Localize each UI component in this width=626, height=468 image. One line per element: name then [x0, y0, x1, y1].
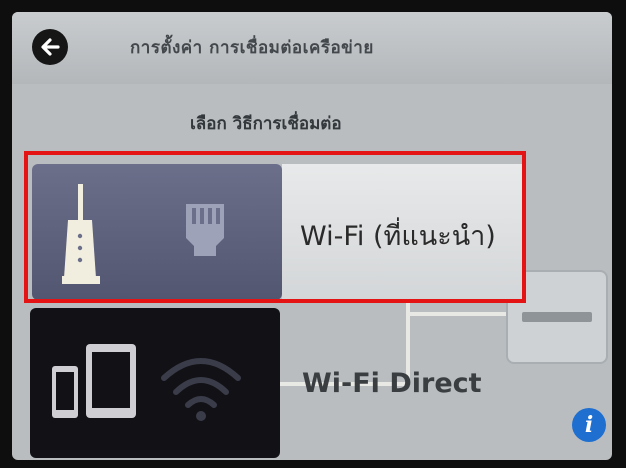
arrow-left-icon: [41, 38, 60, 56]
wifi-icon: [161, 358, 241, 421]
back-button[interactable]: [32, 29, 68, 65]
option-wifi-direct-label: Wi-Fi Direct: [302, 368, 482, 399]
info-button[interactable]: i: [572, 408, 606, 442]
info-icon: i: [584, 412, 594, 438]
selection-highlight: [24, 151, 526, 303]
header-bar: การตั้งค่า การเชื่อมต่อเครือข่าย: [12, 12, 612, 84]
option-wifi-direct-icon-panel: [30, 308, 280, 458]
subtitle: เลือก วิธีการเชื่อมต่อ: [190, 114, 342, 134]
page-title: การตั้งค่า การเชื่อมต่อเครือข่าย: [130, 38, 374, 58]
option-wifi-direct[interactable]: Wi-Fi Direct: [26, 308, 526, 458]
printer-screen: การตั้งค่า การเชื่อมต่อเครือข่าย เลือก ว…: [12, 12, 612, 460]
